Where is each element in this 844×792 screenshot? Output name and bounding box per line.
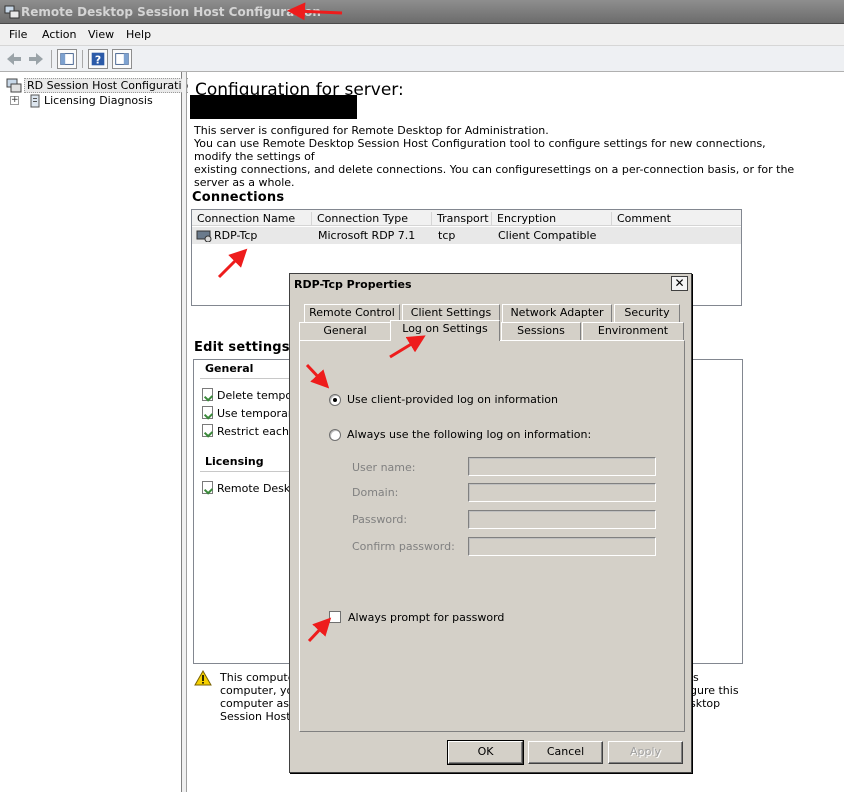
- connection-icon: [196, 230, 212, 242]
- confirm-password-field[interactable]: [468, 537, 656, 556]
- warning-line: gure this: [690, 684, 739, 697]
- dialog-titlebar[interactable]: RDP-Tcp Properties ✕: [290, 274, 691, 294]
- description-line: You can use Remote Desktop Session Host …: [194, 137, 766, 163]
- group-licensing: Licensing: [205, 455, 264, 468]
- setting-restrict-single-session[interactable]: Restrict each u: [202, 424, 299, 438]
- cancel-button[interactable]: Cancel: [528, 741, 603, 764]
- password-field[interactable]: [468, 510, 656, 529]
- menu-action[interactable]: Action: [42, 28, 76, 41]
- menu-view[interactable]: View: [88, 28, 114, 41]
- table-row[interactable]: RDP-Tcp Microsoft RDP 7.1 tcp Client Com…: [192, 227, 741, 244]
- tab-remote-control[interactable]: Remote Control: [304, 304, 400, 322]
- cell-encryption: Client Compatible: [498, 229, 597, 242]
- cell-connection-type: Microsoft RDP 7.1: [318, 229, 416, 242]
- warning-message-right: is gure this sktop: [690, 671, 739, 710]
- tab-log-on-settings[interactable]: Log on Settings: [390, 320, 500, 341]
- column-header[interactable]: Comment: [612, 212, 741, 226]
- domain-label: Domain:: [352, 486, 399, 499]
- menu-bar: File Action View Help: [0, 24, 844, 46]
- console-tree: RD Session Host Configuration: + Licensi…: [0, 72, 202, 792]
- app-icon: [4, 5, 20, 19]
- domain-field[interactable]: [468, 483, 656, 502]
- back-arrow-icon[interactable]: [4, 49, 24, 69]
- svg-text:?: ?: [95, 54, 101, 67]
- ok-button[interactable]: OK: [447, 740, 524, 765]
- warning-line: is: [690, 671, 699, 684]
- rdp-tcp-properties-dialog: RDP-Tcp Properties ✕ Remote Control Clie…: [289, 273, 692, 773]
- tab-environment[interactable]: Environment: [582, 322, 684, 340]
- warning-line: sktop: [690, 697, 721, 710]
- show-action-pane-icon[interactable]: [112, 49, 132, 69]
- column-header[interactable]: Transport: [432, 212, 492, 226]
- redacted-server-name: [190, 95, 357, 119]
- config-description: This server is configured for Remote Des…: [194, 124, 804, 189]
- show-hide-tree-icon[interactable]: [57, 49, 77, 69]
- description-line: existing connections, and delete connect…: [194, 163, 795, 189]
- tab-network-adapter[interactable]: Network Adapter: [502, 304, 612, 322]
- setting-icon: [202, 388, 213, 401]
- password-label: Password:: [352, 513, 408, 526]
- radio-always-use[interactable]: [329, 429, 341, 441]
- connections-heading: Connections: [192, 190, 285, 205]
- apply-button[interactable]: Apply: [608, 741, 683, 764]
- setting-remote-desktop-licensing[interactable]: Remote Deskto: [202, 481, 301, 495]
- menu-file[interactable]: File: [9, 28, 27, 41]
- column-header[interactable]: Encryption: [492, 212, 612, 226]
- group-divider: [200, 471, 290, 472]
- option-always-use-label[interactable]: Always use the following log on informat…: [347, 428, 591, 441]
- help-icon[interactable]: ?: [88, 49, 108, 69]
- licensing-icon: [30, 94, 40, 108]
- always-prompt-checkbox[interactable]: [329, 611, 341, 623]
- window-titlebar[interactable]: Remote Desktop Session Host Configuratio…: [0, 0, 844, 24]
- radio-client-provided[interactable]: [329, 394, 341, 406]
- description-line: This server is configured for Remote Des…: [194, 124, 549, 137]
- setting-label: Restrict each u: [217, 425, 300, 438]
- tree-item-licensing-diagnosis[interactable]: Licensing Diagnosis: [44, 94, 153, 107]
- menu-help[interactable]: Help: [126, 28, 151, 41]
- forward-arrow-icon[interactable]: [26, 49, 46, 69]
- toolbar: ?: [0, 46, 844, 72]
- setting-icon: [202, 424, 213, 437]
- tree-item-rd-session-host[interactable]: RD Session Host Configuration:: [24, 78, 202, 93]
- pane-splitter[interactable]: [182, 72, 187, 792]
- user-name-field[interactable]: [468, 457, 656, 476]
- group-general: General: [205, 362, 254, 375]
- dialog-title: RDP-Tcp Properties: [294, 278, 412, 291]
- tree-expand-icon[interactable]: +: [10, 96, 19, 105]
- cell-transport: tcp: [438, 229, 456, 242]
- group-divider: [200, 378, 290, 379]
- tab-general[interactable]: General: [299, 322, 391, 340]
- close-icon[interactable]: ✕: [671, 276, 688, 291]
- confirm-password-label: Confirm password:: [352, 540, 455, 553]
- window-title: Remote Desktop Session Host Configuratio…: [21, 5, 321, 19]
- setting-icon: [202, 481, 213, 494]
- toolbar-separator: [82, 50, 83, 68]
- setting-icon: [202, 406, 213, 419]
- table-header: Connection Name Connection Type Transpor…: [192, 210, 741, 226]
- cell-connection-name: RDP-Tcp: [214, 229, 258, 242]
- column-header[interactable]: Connection Name: [192, 212, 312, 226]
- user-name-label: User name:: [352, 461, 416, 474]
- warning-icon: [194, 670, 212, 686]
- tab-security[interactable]: Security: [614, 304, 680, 322]
- edit-settings-heading: Edit settings: [194, 340, 290, 355]
- option-client-provided-label[interactable]: Use client-provided log on information: [347, 393, 558, 406]
- column-header[interactable]: Connection Type: [312, 212, 432, 226]
- server-config-icon: [6, 78, 22, 93]
- always-prompt-label[interactable]: Always prompt for password: [348, 611, 504, 624]
- log-on-settings-panel: Use client-provided log on information A…: [299, 340, 685, 732]
- tab-sessions[interactable]: Sessions: [501, 322, 581, 340]
- toolbar-separator: [51, 50, 52, 68]
